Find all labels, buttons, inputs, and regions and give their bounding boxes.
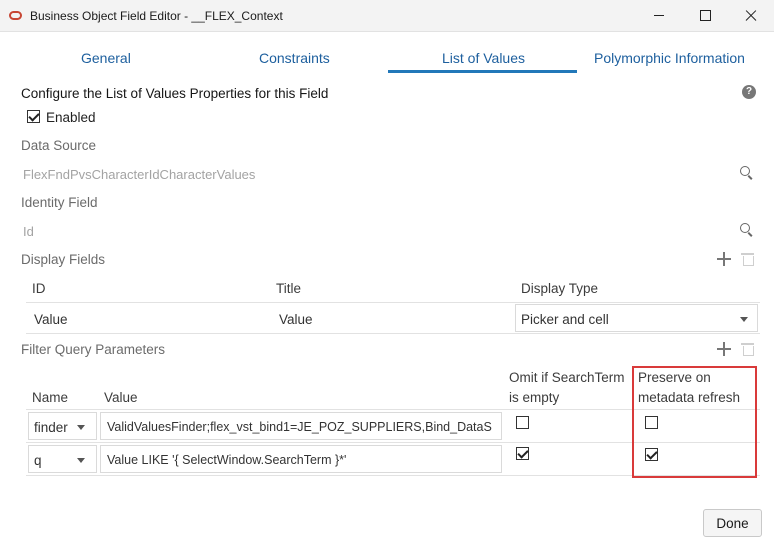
display-fields-divider [26, 302, 760, 303]
display-type-value: Picker and cell [521, 312, 609, 327]
chevron-down-icon [77, 458, 85, 463]
filter-col-omit-line1: Omit if SearchTerm [509, 370, 625, 385]
filter-name-value: finder [34, 420, 68, 435]
active-tab-indicator [388, 70, 577, 73]
help-icon[interactable]: ? [742, 85, 756, 99]
filter-query-label: Filter Query Parameters [21, 342, 166, 357]
delete-display-field-icon[interactable] [741, 252, 754, 266]
tab-list-of-values[interactable]: List of Values [442, 50, 525, 66]
chevron-down-icon [740, 317, 748, 322]
add-display-field-icon[interactable] [717, 252, 731, 266]
title-bar: Business Object Field Editor - __FLEX_Co… [0, 0, 774, 32]
filter-value-input[interactable]: ValidValuesFinder;flex_vst_bind1=JE_POZ_… [100, 412, 502, 440]
data-source-search-icon[interactable] [740, 166, 754, 180]
tab-constraints[interactable]: Constraints [259, 50, 330, 66]
filter-name-value: q [34, 453, 42, 468]
chevron-down-icon [77, 425, 85, 430]
filter-value-text: ValidValuesFinder;flex_vst_bind1=JE_POZ_… [107, 420, 492, 434]
identity-field-label: Identity Field [21, 195, 98, 210]
data-source-value: FlexFndPvsCharacterIdCharacterValues [23, 167, 256, 182]
delete-filter-param-icon[interactable] [741, 342, 754, 356]
identity-field-search-icon[interactable] [740, 223, 754, 237]
display-fields-col-title: Title [276, 281, 302, 296]
filter-name-select[interactable]: q [28, 445, 97, 473]
filter-value-text: Value LIKE '{ SelectWindow.SearchTerm }*… [107, 453, 347, 467]
maximize-icon[interactable] [682, 0, 728, 32]
display-fields-row-divider [26, 333, 760, 334]
minimize-icon[interactable] [636, 0, 682, 32]
filter-col-omit-line2: is empty [509, 390, 560, 405]
display-fields-label: Display Fields [21, 252, 106, 267]
add-filter-param-icon[interactable] [717, 342, 731, 356]
done-button[interactable]: Done [703, 509, 762, 537]
tab-polymorphic-information[interactable]: Polymorphic Information [594, 50, 745, 66]
preserve-column-highlight [632, 366, 757, 478]
omit-if-empty-checkbox[interactable] [516, 447, 529, 460]
close-icon[interactable] [728, 0, 774, 32]
display-type-select[interactable]: Picker and cell [515, 304, 758, 332]
filter-name-select[interactable]: finder [28, 412, 97, 440]
oracle-logo-icon [9, 11, 22, 20]
section-title: Configure the List of Values Properties … [21, 86, 329, 101]
filter-value-input[interactable]: Value LIKE '{ SelectWindow.SearchTerm }*… [100, 445, 502, 473]
omit-if-empty-checkbox[interactable] [516, 416, 529, 429]
identity-field-value: Id [23, 224, 34, 239]
data-source-label: Data Source [21, 138, 97, 153]
tab-general[interactable]: General [81, 50, 131, 66]
display-field-id: Value [34, 312, 68, 327]
filter-col-value: Value [104, 390, 138, 405]
filter-col-name: Name [32, 390, 69, 405]
enabled-checkbox[interactable] [27, 110, 40, 123]
window-title: Business Object Field Editor - __FLEX_Co… [30, 9, 283, 23]
display-fields-col-id: ID [32, 281, 46, 296]
display-fields-col-display-type: Display Type [521, 281, 599, 296]
enabled-label: Enabled [46, 110, 96, 125]
display-field-title: Value [279, 312, 313, 327]
